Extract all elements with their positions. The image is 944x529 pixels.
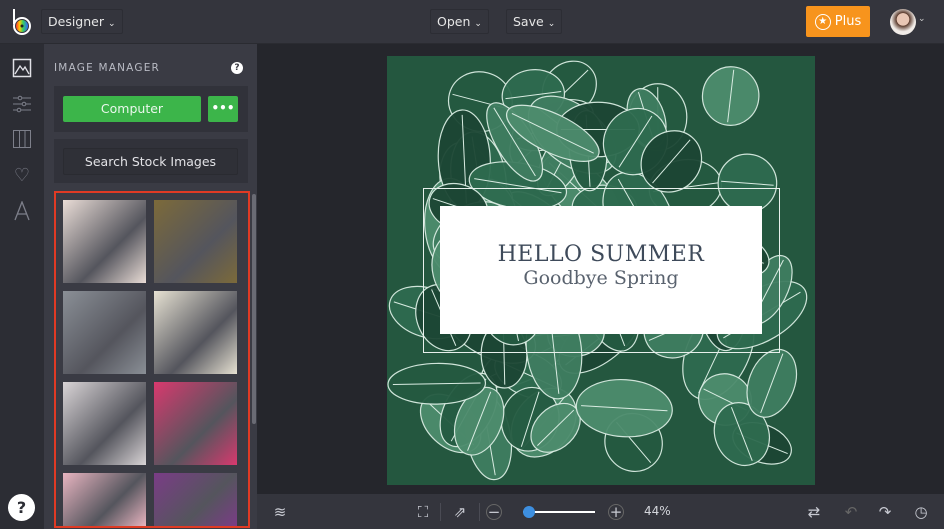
thumbnail-flowers-woman[interactable] [154, 382, 237, 465]
help-icon[interactable]: ? [231, 62, 243, 74]
text-card[interactable]: HELLO SUMMER Goodbye Spring [440, 206, 762, 334]
upload-section: Computer ••• [54, 86, 248, 132]
avatar[interactable] [890, 9, 916, 35]
help-button[interactable]: ? [8, 494, 35, 521]
fit-screen-icon[interactable]: ⛶ [413, 502, 433, 522]
thumbnail-lace-dress[interactable] [63, 200, 146, 283]
computer-upload-button[interactable]: Computer [63, 96, 201, 122]
divider [479, 503, 480, 521]
zoom-in-icon[interactable]: + [608, 504, 624, 520]
save-label: Save [513, 14, 544, 29]
plus-label: Plus [834, 14, 862, 29]
chevron-down-icon: ⌄ [108, 19, 116, 29]
panel-scrollbar[interactable] [252, 194, 256, 424]
bottom-toolbar: ≋ ⛶ ⇗ − + 44% ⇄ ↶ ↷ ◷ [257, 494, 944, 529]
chevron-down-icon: ⌄ [547, 19, 556, 29]
layers-icon[interactable]: ≋ [270, 502, 290, 522]
top-bar: Designer ⌄ Open ⌄ Save ⌄ ★ Plus ⌄ [0, 0, 944, 44]
text-icon[interactable] [11, 200, 33, 223]
plus-button[interactable]: ★ Plus [806, 6, 870, 37]
undo-icon[interactable]: ↶ [841, 502, 861, 522]
thumbnail-cherry-blossom[interactable] [63, 473, 146, 526]
tool-rail: ♡ [0, 44, 44, 529]
open-label: Open [437, 14, 471, 29]
app-logo[interactable] [10, 8, 34, 36]
subline-text[interactable]: Goodbye Spring [440, 267, 762, 289]
expand-icon[interactable]: ⇗ [450, 502, 470, 522]
zoom-level: 44% [644, 504, 671, 518]
history-icon[interactable]: ◷ [911, 502, 931, 522]
designer-menu[interactable]: Designer ⌄ [41, 9, 123, 34]
image-manager-panel: IMAGE MANAGER ? Computer ••• Search Stoc… [44, 44, 257, 529]
thumbnail-bride-bouquet[interactable] [63, 382, 146, 465]
image-icon[interactable] [11, 58, 33, 80]
redo-icon[interactable]: ↷ [875, 502, 895, 522]
swap-icon[interactable]: ⇄ [804, 502, 824, 522]
thumbnail-bride-veil[interactable] [154, 291, 237, 374]
star-icon: ★ [814, 13, 831, 30]
stock-section: Search Stock Images [54, 139, 248, 183]
thumbnail-lilacs[interactable] [154, 473, 237, 526]
sliders-icon[interactable] [11, 94, 33, 116]
chevron-down-icon: ⌄ [474, 19, 482, 29]
more-options-button[interactable]: ••• [208, 96, 238, 122]
panel-title: IMAGE MANAGER [54, 62, 161, 74]
thumbnail-garden-wedding[interactable] [154, 200, 237, 283]
chevron-down-icon[interactable]: ⌄ [918, 14, 926, 24]
search-stock-images-button[interactable]: Search Stock Images [63, 148, 238, 175]
thumbnail-wedding-couple[interactable] [63, 291, 146, 374]
zoom-out-icon[interactable]: − [486, 504, 502, 520]
save-menu[interactable]: Save ⌄ [506, 9, 563, 34]
design-canvas[interactable]: HELLO SUMMER Goodbye Spring [387, 56, 815, 485]
image-thumbnail-grid [54, 191, 250, 528]
zoom-slider-handle[interactable] [523, 506, 536, 518]
designer-label: Designer [48, 14, 104, 29]
open-menu[interactable]: Open ⌄ [430, 9, 489, 34]
divider [440, 503, 441, 521]
headline-text[interactable]: HELLO SUMMER [440, 242, 762, 267]
heart-icon[interactable]: ♡ [11, 165, 33, 187]
columns-icon[interactable] [11, 129, 33, 151]
